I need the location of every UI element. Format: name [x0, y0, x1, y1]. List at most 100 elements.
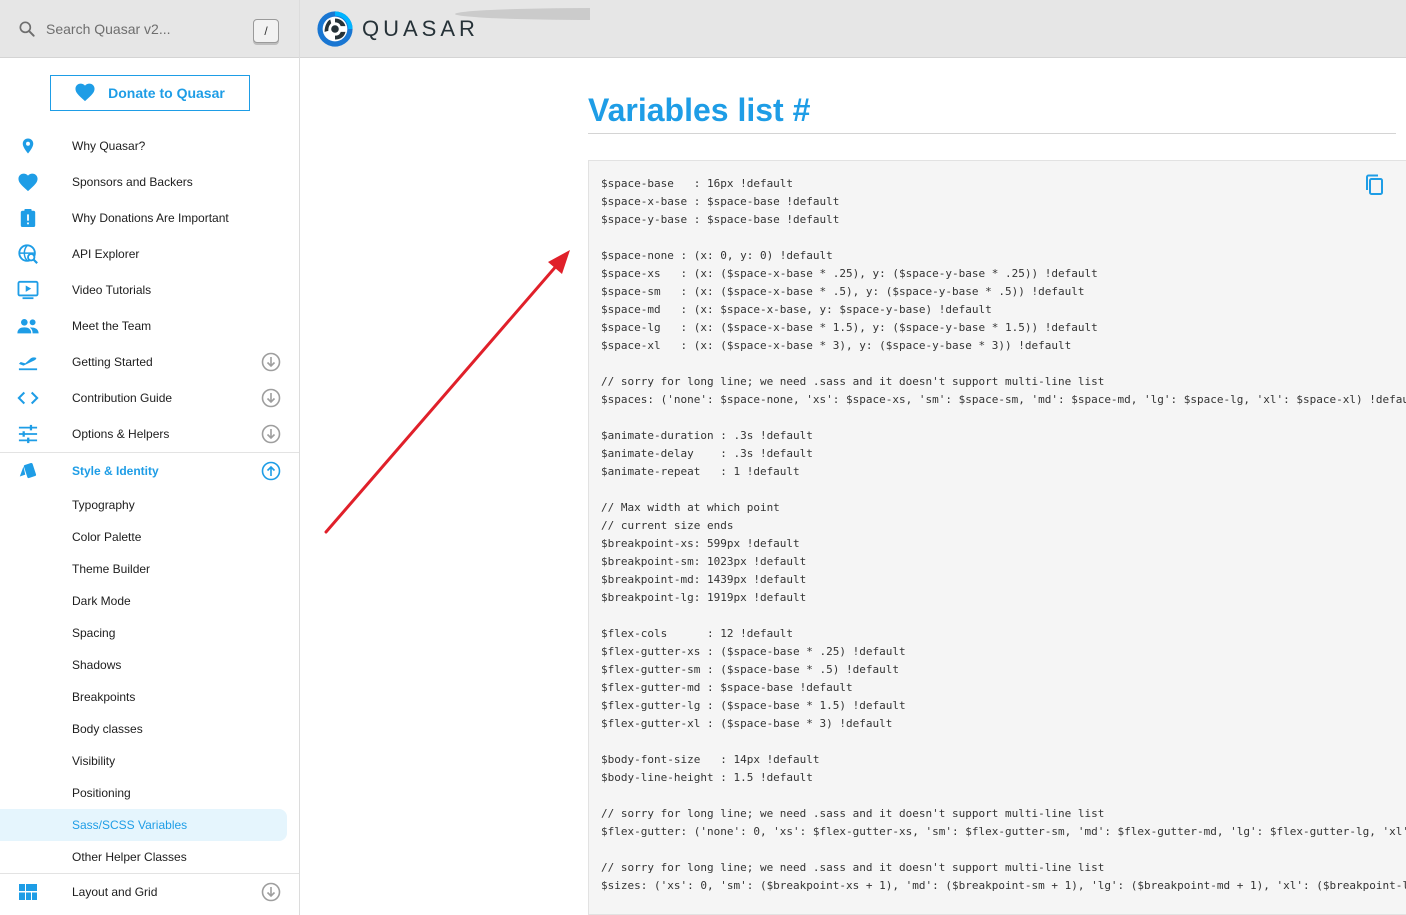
blurred-header-text	[455, 8, 590, 20]
code-line: $space-xs : (x: ($space-x-base * .25), y…	[601, 267, 1098, 280]
code-line: // sorry for long line; we need .sass an…	[601, 375, 1105, 388]
sidebar-item-contribution-guide[interactable]: Contribution Guide	[0, 380, 299, 416]
code-line: $sizes: ('xs': 0, 'sm': ($breakpoint-xs …	[601, 879, 1406, 892]
donate-button[interactable]: Donate to Quasar	[49, 75, 250, 111]
sidebar-item-getting-started[interactable]: Getting Started	[0, 344, 299, 380]
sidebar-item-layout-grid[interactable]: Layout and Grid	[0, 874, 299, 910]
code-line: $flex-gutter-md : $space-base !default	[601, 681, 853, 694]
sidebar-subitem-typography[interactable]: Typography	[0, 489, 299, 521]
code-line: $space-xl : (x: ($space-x-base * 3), y: …	[601, 339, 1072, 352]
search-bar: /	[0, 0, 299, 58]
code-block: $space-base : 16px !default $space-x-base…	[588, 160, 1406, 915]
sidebar: / Donate to Quasar Why Quasar? Sponsors …	[0, 0, 300, 915]
sidebar-item-sponsors[interactable]: Sponsors and Backers	[0, 164, 299, 200]
sidebar-subitem-visibility[interactable]: Visibility	[0, 745, 299, 777]
sidebar-item-options-helpers[interactable]: Options & Helpers	[0, 416, 299, 452]
code-line: $breakpoint-md: 1439px !default	[601, 573, 807, 586]
sidebar-item-label: Video Tutorials	[72, 283, 152, 297]
sidebar-subitem-other-helper-classes[interactable]: Other Helper Classes	[0, 841, 299, 873]
sidebar-item-label: Style & Identity	[72, 464, 159, 478]
sidebar-item-label: Meet the Team	[72, 319, 152, 333]
sidebar-subitem-shadows[interactable]: Shadows	[0, 649, 299, 681]
expand-arrow-down-icon[interactable]	[261, 424, 281, 444]
sidebar-item-video-tutorials[interactable]: Video Tutorials	[0, 272, 299, 308]
sidebar-item-label: Why Quasar?	[72, 139, 146, 153]
sidebar-item-label: Getting Started	[72, 355, 153, 369]
code-line: $breakpoint-sm: 1023px !default	[601, 555, 807, 568]
sidebar-item-api-explorer[interactable]: API Explorer	[0, 236, 299, 272]
sidebar-subitem-theme-builder[interactable]: Theme Builder	[0, 553, 299, 585]
sidebar-item-label: Contribution Guide	[72, 391, 173, 405]
sidebar-subitem-sass-scss-variables[interactable]: Sass/SCSS Variables	[0, 809, 287, 841]
video-play-icon	[0, 280, 56, 300]
sidebar-item-label: Options & Helpers	[72, 427, 170, 441]
sidebar-item-why-quasar[interactable]: Why Quasar?	[0, 128, 299, 164]
search-icon	[16, 18, 38, 40]
code-line: $spaces: ('none': $space-none, 'xs': $sp…	[601, 393, 1406, 406]
sidebar-subitem-color-palette[interactable]: Color Palette	[0, 521, 299, 553]
code-line: $animate-repeat : 1 !default	[601, 465, 800, 478]
sidebar-item-label: Why Donations Are Important	[72, 211, 229, 225]
sidebar-item-label: Layout and Grid	[72, 885, 158, 899]
sidebar-item-meet-the-team[interactable]: Meet the Team	[0, 308, 299, 344]
sidebar-item-label: API Explorer	[72, 247, 140, 261]
sidebar-subitem-spacing[interactable]: Spacing	[0, 617, 299, 649]
location-pin-icon	[0, 136, 56, 156]
code-line: $body-line-height : 1.5 !default	[601, 771, 813, 784]
style-icon	[0, 461, 56, 481]
code-line: $animate-duration : .3s !default	[601, 429, 813, 442]
expand-arrow-down-icon[interactable]	[261, 352, 281, 372]
code-icon	[0, 389, 56, 407]
copy-icon[interactable]	[1362, 173, 1386, 197]
code-line: $body-font-size : 14px !default	[601, 753, 820, 766]
grid-icon	[0, 883, 56, 901]
search-shortcut-key: /	[253, 19, 279, 43]
people-icon	[0, 317, 56, 335]
code-line: // current size ends	[601, 519, 734, 532]
sidebar-subitem-positioning[interactable]: Positioning	[0, 777, 299, 809]
code-line: $breakpoint-lg: 1919px !default	[601, 591, 807, 604]
code-line: $breakpoint-xs: 599px !default	[601, 537, 800, 550]
title-underline	[588, 133, 1396, 134]
sidebar-subitem-breakpoints[interactable]: Breakpoints	[0, 681, 299, 713]
code-line: $flex-gutter-lg : ($space-base * 1.5) !d…	[601, 699, 906, 712]
sidebar-subitem-dark-mode[interactable]: Dark Mode	[0, 585, 299, 617]
code-content: $space-base : 16px !default $space-x-base…	[589, 161, 1406, 895]
sidebar-subitem-body-classes[interactable]: Body classes	[0, 713, 299, 745]
code-line: $space-base : 16px !default	[601, 177, 794, 190]
code-line: // sorry for long line; we need .sass an…	[601, 807, 1105, 820]
collapse-arrow-up-icon[interactable]	[261, 461, 281, 481]
code-line: $space-sm : (x: ($space-x-base * .5), y:…	[601, 285, 1085, 298]
code-line: $flex-gutter-sm : ($space-base * .5) !de…	[601, 663, 900, 676]
code-line: $animate-delay : .3s !default	[601, 447, 813, 460]
code-line: // Max width at which point	[601, 501, 780, 514]
code-line: $space-lg : (x: ($space-x-base * 1.5), y…	[601, 321, 1098, 334]
flight-takeoff-icon	[0, 352, 56, 372]
globe-search-icon	[0, 243, 56, 265]
heart-icon	[0, 172, 56, 192]
sidebar-item-style-identity[interactable]: Style & Identity	[0, 453, 299, 489]
expand-arrow-down-icon[interactable]	[261, 882, 281, 902]
code-line: $space-x-base : $space-base !default	[601, 195, 840, 208]
search-input[interactable]	[46, 20, 236, 37]
sidebar-item-why-donations[interactable]: Why Donations Are Important	[0, 200, 299, 236]
code-line: $flex-cols : 12 !default	[601, 627, 794, 640]
tune-icon	[0, 424, 56, 444]
heart-icon	[74, 82, 96, 105]
sidebar-item-label: Sponsors and Backers	[72, 175, 193, 189]
code-line: $space-md : (x: $space-x-base, y: $space…	[601, 303, 992, 316]
expand-arrow-down-icon[interactable]	[261, 388, 281, 408]
code-line: $space-y-base : $space-base !default	[601, 213, 840, 226]
donate-button-label: Donate to Quasar	[108, 85, 225, 101]
code-line: $flex-gutter-xl : ($space-base * 3) !def…	[601, 717, 893, 730]
code-line: $flex-gutter-xs : ($space-base * .25) !d…	[601, 645, 906, 658]
page-title: Variables list #	[588, 92, 811, 128]
